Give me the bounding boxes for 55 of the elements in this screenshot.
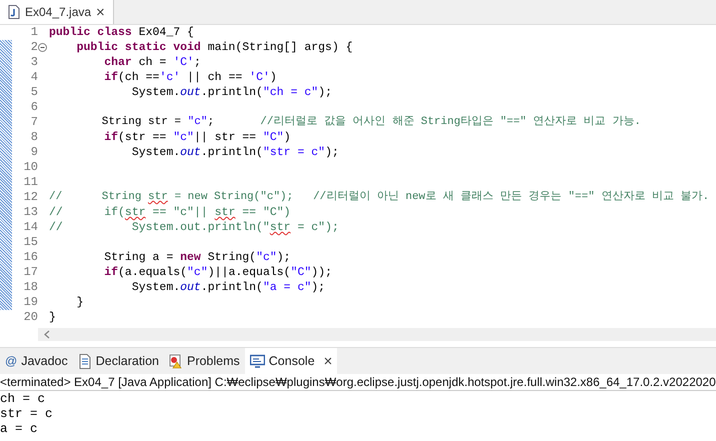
line-number: 19 xyxy=(22,295,38,310)
code-line: public class Ex04_7 { xyxy=(49,25,195,40)
line-number: 18 xyxy=(22,280,38,295)
code-line: System.out.println("ch = c"); xyxy=(130,85,333,100)
panel-tab[interactable]: Problems xyxy=(164,348,245,374)
line-number: 16 xyxy=(22,250,38,265)
line-number: 7 xyxy=(30,115,38,130)
console-output-line: str = c xyxy=(0,407,54,422)
panel-tab[interactable]: Console × xyxy=(244,348,338,374)
code-line: } xyxy=(49,310,57,325)
line-number: 2 xyxy=(30,40,38,55)
code-line: System.out.println("a = c"); xyxy=(130,280,326,295)
line-number: 15 xyxy=(22,235,38,250)
code-line: String a = new String("c"); xyxy=(103,250,292,265)
line-number: 11 xyxy=(22,175,38,190)
line-number: 10 xyxy=(22,160,38,175)
line-number: 5 xyxy=(30,85,38,100)
code-line: if(ch =='c' || ch == 'C') xyxy=(103,70,278,85)
at-icon: @ xyxy=(5,354,18,368)
console-output-line: a = c xyxy=(0,422,39,437)
line-number: 13 xyxy=(22,205,38,220)
line-number: 12 xyxy=(22,190,38,205)
console-status: <terminated> Ex04_7 [Java Application] C:₩eclipse₩plugins₩org.eclipse.justj.openjdk.hotspot.jre.full.win32.x86_64_17.0.2.v2022020 xyxy=(0,374,716,391)
line-number: 1 xyxy=(30,25,38,40)
code-line: public static void main(String[] args) { xyxy=(76,40,354,55)
line-number: 14 xyxy=(22,220,38,235)
code-line: if(str == "c"|| str == "C") xyxy=(103,130,292,145)
scroll-left-icon[interactable] xyxy=(44,330,50,339)
panel-tab[interactable]: @ Javadoc xyxy=(0,348,73,374)
line-number: 20 xyxy=(22,310,38,325)
java-file-icon xyxy=(8,5,20,19)
panel-tab[interactable]: Declaration xyxy=(72,348,164,374)
editor-tab[interactable]: Ex04_7.java × xyxy=(0,0,114,24)
code-line: } xyxy=(76,295,85,310)
console-output-line: ch = c xyxy=(0,392,46,407)
line-number: 3 xyxy=(30,55,38,70)
code-line: System.out.println("str = c"); xyxy=(130,145,340,160)
console-icon xyxy=(250,354,265,368)
code-line: String str = "c"; //리터럴로 값을 어사인 해준 String타입은 "==" 연산자로 비교 가능. xyxy=(100,115,642,130)
code-line: // System.out.println("str = c"); xyxy=(49,220,340,235)
code-line: if(a.equals("c")||a.equals("C")); xyxy=(103,265,334,280)
code-line: // if(str == "c"|| str == "C") xyxy=(49,205,292,220)
code-line: char ch = 'C'; xyxy=(103,55,202,70)
document-icon xyxy=(78,354,92,368)
line-number: 4 xyxy=(30,70,38,85)
line-number: 17 xyxy=(22,265,38,280)
close-icon[interactable]: × xyxy=(324,352,332,370)
problems-icon xyxy=(168,354,183,368)
close-icon[interactable]: × xyxy=(96,4,105,20)
code-line: // String str = new String("c"); //리터럴이 아닌 new로 새 클래스 만든 경우는 "==" 연산자로 비교 불가. xyxy=(49,190,710,205)
tab-label: Ex04_7.java xyxy=(25,5,92,19)
collapse-icon[interactable] xyxy=(38,43,47,52)
line-number: 6 xyxy=(30,100,38,115)
line-number: 9 xyxy=(30,145,38,160)
line-number: 8 xyxy=(30,130,38,145)
